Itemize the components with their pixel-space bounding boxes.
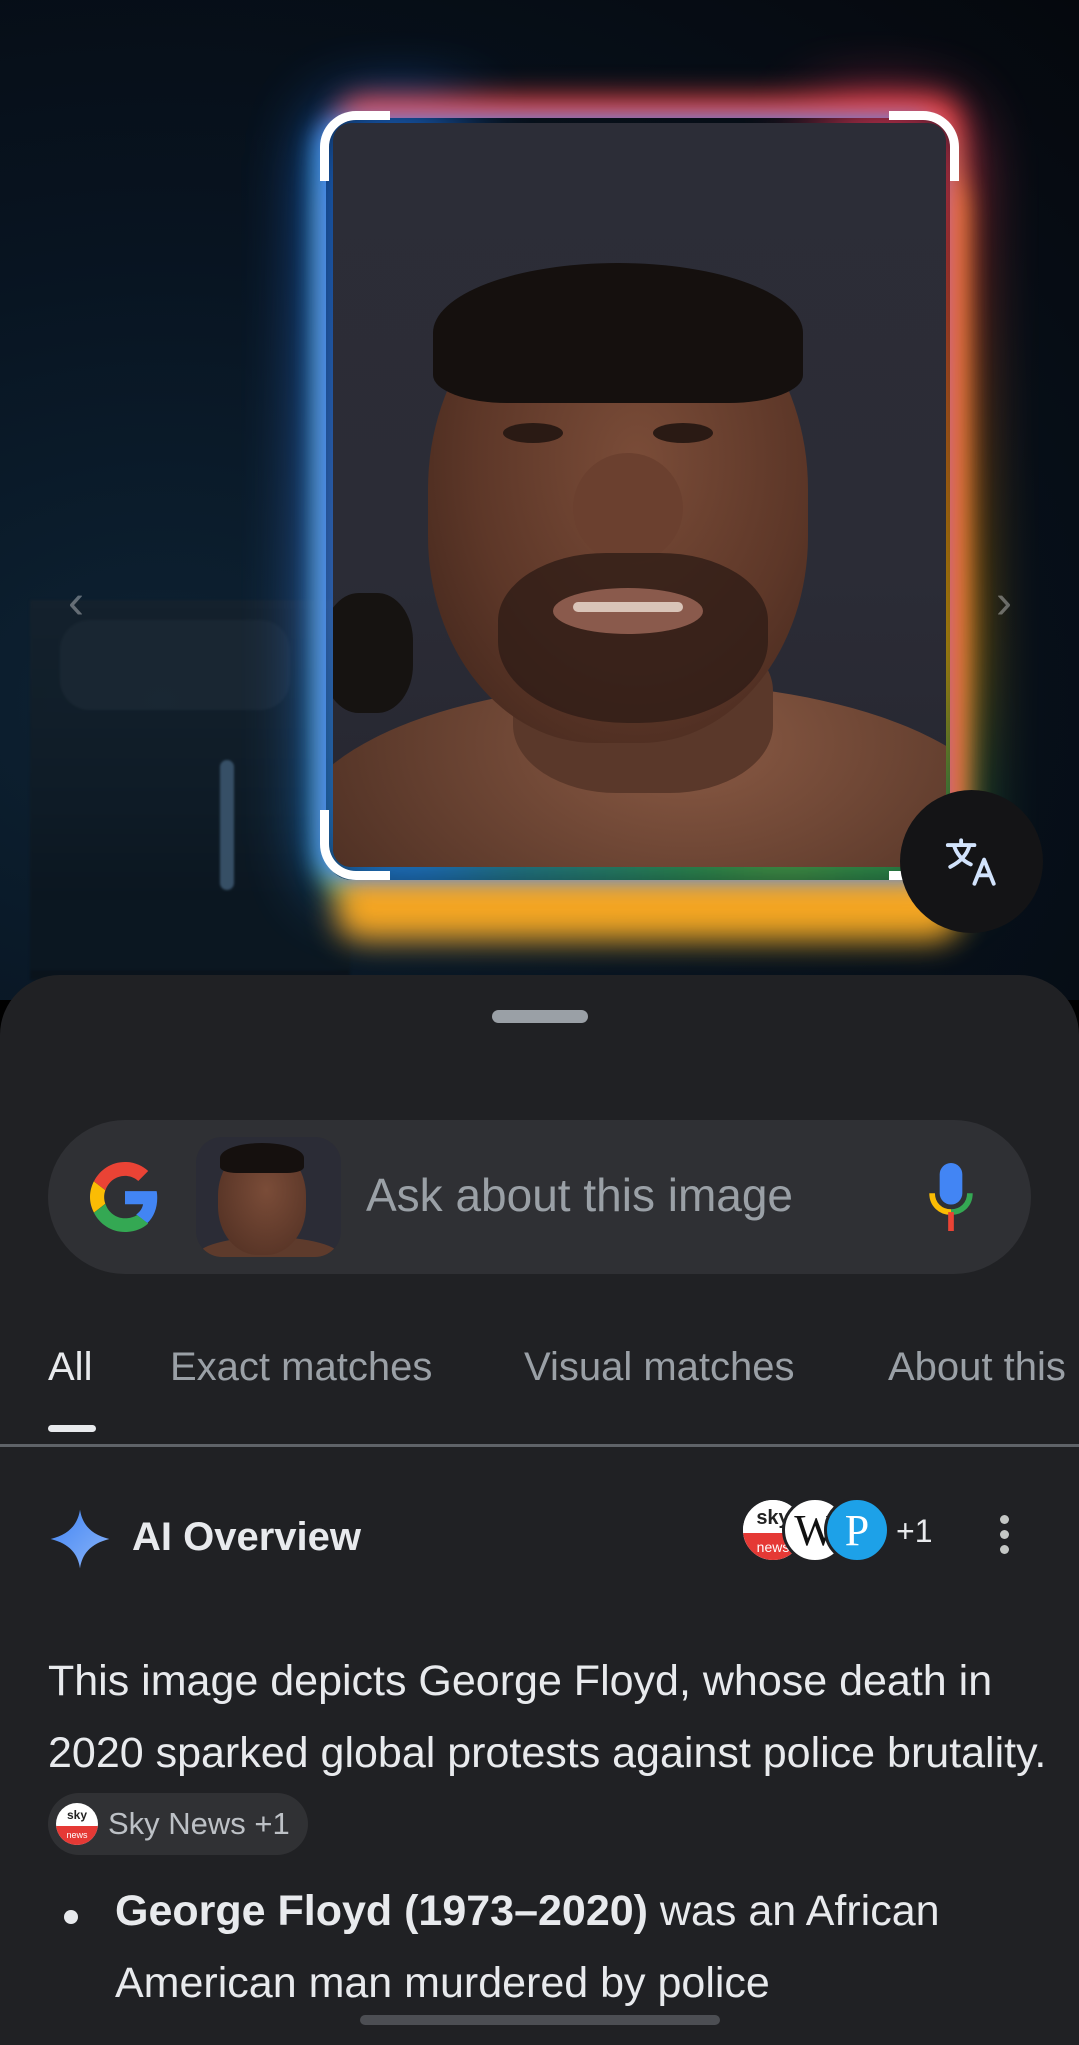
home-indicator[interactable]	[360, 2015, 720, 2025]
tab-all[interactable]: All	[48, 1345, 92, 1390]
ai-overview-bullet: George Floyd (1973–2020) was an African …	[115, 1875, 1065, 2019]
search-input[interactable]: Ask about this image	[366, 1168, 793, 1222]
microphone-icon[interactable]	[928, 1163, 974, 1231]
sheet-drag-handle[interactable]	[492, 1010, 588, 1023]
translate-button[interactable]	[900, 790, 1043, 933]
results-sheet: Ask about this image All Exact matches V…	[0, 975, 1079, 2045]
next-arrow-icon[interactable]: ›	[976, 575, 1032, 631]
photo-eye-left	[503, 423, 563, 443]
photo-eye-right	[653, 423, 713, 443]
active-tab-indicator	[48, 1425, 96, 1432]
citation-chip-label: Sky News +1	[108, 1805, 290, 1841]
summary-text: This image depicts George Floyd, whose d…	[48, 1657, 1047, 1777]
bullet-bold-text: George Floyd (1973–2020)	[115, 1887, 648, 1935]
wordpress-icon: P	[824, 1497, 890, 1563]
tabs-divider	[0, 1444, 1079, 1447]
bullet-marker	[64, 1910, 78, 1924]
photo-beard	[498, 553, 768, 723]
chip-icon-bottom: news	[56, 1825, 98, 1845]
background-desk	[30, 900, 350, 970]
ai-overview-summary: This image depicts George Floyd, whose d…	[48, 1645, 1048, 1861]
photo-nose	[573, 453, 683, 563]
query-image-thumbnail[interactable]	[196, 1137, 341, 1257]
extra-sources-count[interactable]: +1	[896, 1513, 932, 1550]
photo-hair	[433, 263, 803, 403]
google-g-icon[interactable]	[90, 1162, 160, 1232]
sparkle-icon	[50, 1509, 110, 1569]
chip-icon-top: sky	[66, 1807, 88, 1822]
photo-mouth	[553, 588, 703, 634]
thumb-hair	[220, 1143, 304, 1173]
tab-about-this-image[interactable]: About this	[888, 1345, 1066, 1390]
translate-icon	[945, 837, 996, 886]
image-viewer: ‹ ›	[0, 0, 1079, 1000]
ai-overview-header: AI Overview sky news W P +1	[0, 1495, 1079, 1575]
selected-image[interactable]	[333, 123, 946, 867]
tab-exact-matches[interactable]: Exact matches	[170, 1345, 432, 1390]
background-bed	[60, 620, 290, 710]
tab-visual-matches[interactable]: Visual matches	[524, 1345, 795, 1390]
search-bar[interactable]: Ask about this image	[48, 1120, 1031, 1274]
background-scene	[30, 600, 350, 980]
more-options-icon[interactable]	[1000, 1515, 1010, 1555]
sky-news-icon: sky news	[56, 1802, 98, 1845]
ai-overview-title: AI Overview	[132, 1515, 362, 1559]
crop-handle-top-right[interactable]	[889, 111, 959, 181]
crop-handle-top-left[interactable]	[320, 111, 390, 181]
citation-chip[interactable]: sky news Sky News +1	[48, 1792, 308, 1855]
background-light	[220, 760, 234, 890]
photo-background-object	[333, 593, 413, 713]
result-tabs: All Exact matches Visual matches About t…	[0, 1345, 1079, 1455]
previous-arrow-icon[interactable]: ‹	[48, 575, 104, 631]
crop-handle-bottom-left[interactable]	[320, 810, 390, 880]
